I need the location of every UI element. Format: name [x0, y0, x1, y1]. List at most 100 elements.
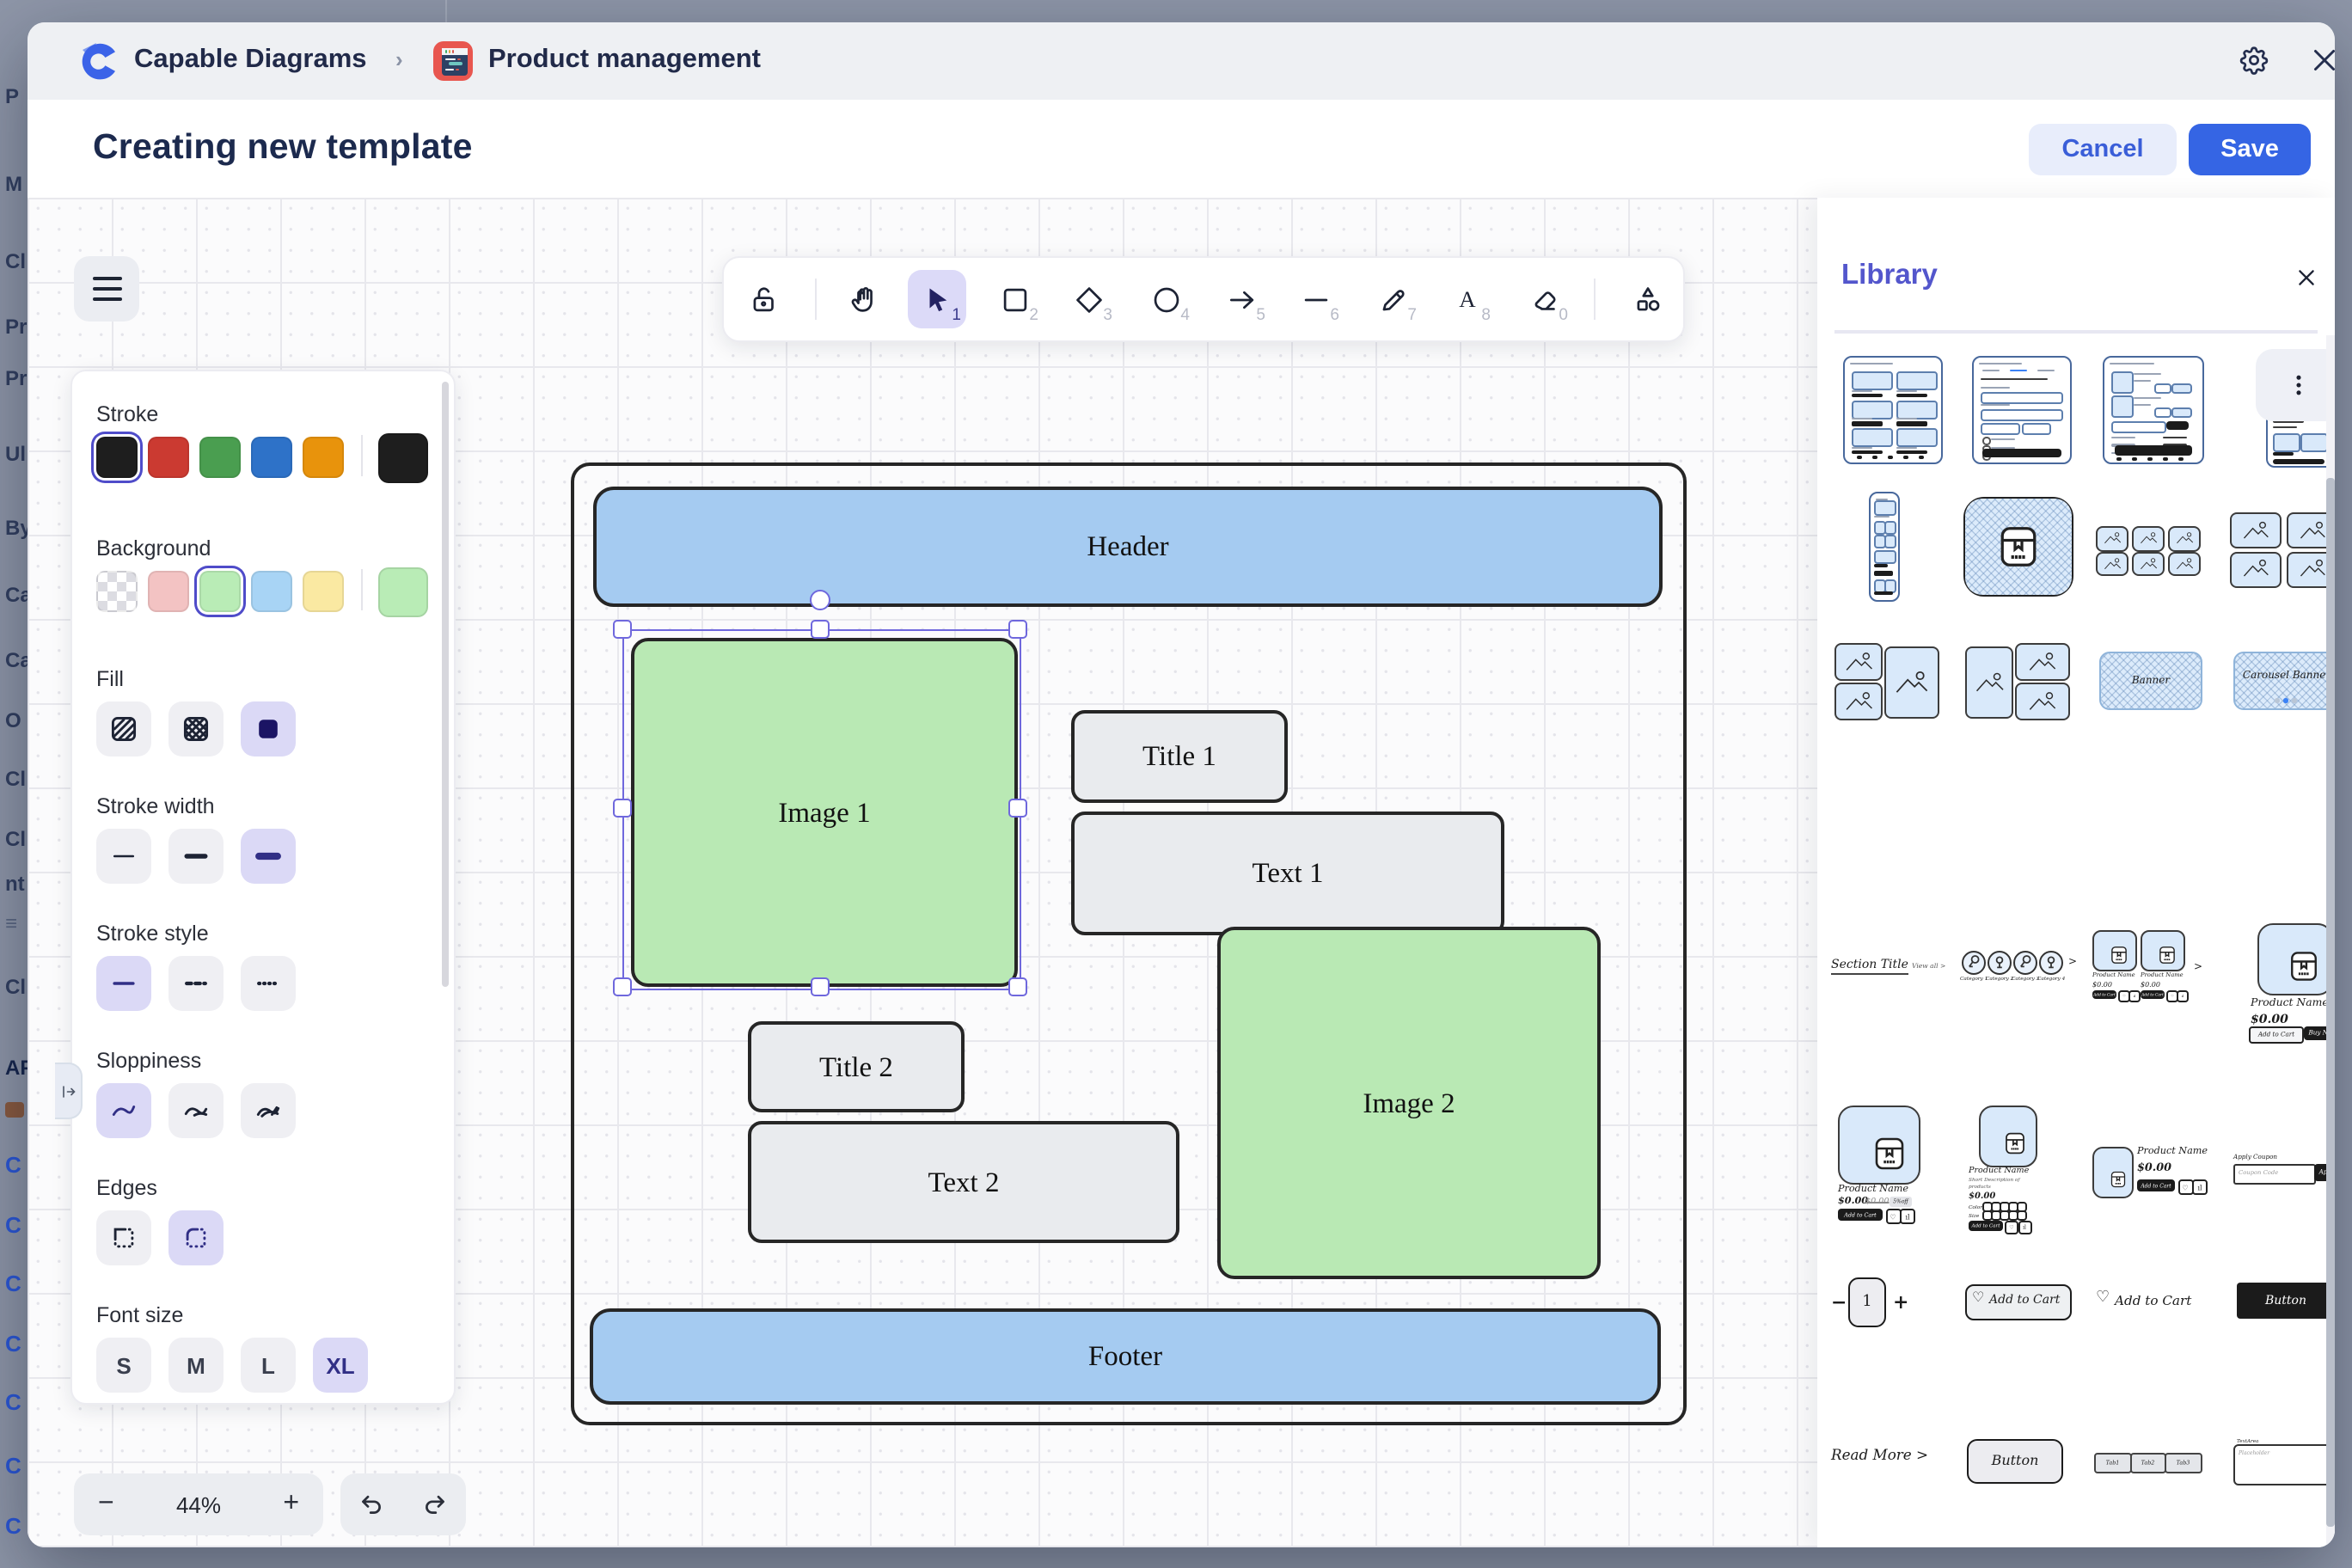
library-thumb-collage-a[interactable] — [1834, 643, 1938, 719]
sloppiness-cartoonist[interactable] — [241, 1083, 296, 1138]
library-thumb-button-dark[interactable]: Button — [2237, 1283, 2326, 1319]
arrow-tool[interactable]: 5 — [1212, 270, 1271, 328]
wireframe-footer[interactable]: Footer — [590, 1308, 1661, 1405]
background-color-swatch[interactable] — [148, 571, 189, 612]
fill-crosshatch[interactable] — [168, 701, 224, 756]
shapes-tool[interactable] — [1618, 270, 1676, 328]
font-size-xl[interactable]: XL — [313, 1338, 368, 1393]
library-thumb-read-more[interactable]: Read More > — [1831, 1446, 1931, 1473]
line-tool[interactable]: 6 — [1286, 270, 1344, 328]
sloppiness-architect[interactable] — [96, 1083, 151, 1138]
settings-gear-icon[interactable] — [2239, 45, 2269, 76]
library-thumb-collage-b[interactable] — [1965, 643, 2068, 719]
stroke-width-extrabold[interactable] — [241, 829, 296, 884]
tab[interactable]: Tab2 — [2129, 1453, 2166, 1473]
sidebar-expand-tab[interactable] — [55, 1063, 83, 1119]
selection-handle[interactable] — [1008, 620, 1027, 639]
stroke-style-dashed[interactable] — [168, 956, 224, 1011]
library-thumb-tabs[interactable]: Tab1Tab2Tab3 — [2094, 1453, 2197, 1472]
fill-solid[interactable] — [241, 701, 296, 756]
zoom-out-button[interactable]: − — [98, 1491, 114, 1518]
library-thumb-carousel-banner[interactable]: Carousel Banner — [2233, 652, 2326, 710]
library-thumb-add-to-cart-outline[interactable]: ♡Add to Cart — [1965, 1284, 2072, 1320]
tab[interactable]: Tab1 — [2094, 1453, 2131, 1473]
library-thumb-categories[interactable]: Category 1Category 2Category 3Category 4… — [1962, 947, 2075, 1002]
stroke-color-swatch[interactable] — [148, 437, 189, 478]
stroke-color-swatch[interactable] — [96, 437, 138, 478]
text-tool[interactable]: A8 — [1437, 270, 1496, 328]
library-thumb-product-row[interactable]: Product Name$0.00Add to Cart♡ıl — [2092, 1143, 2199, 1205]
wireframe-title2[interactable]: Title 2 — [748, 1021, 965, 1112]
selection-handle[interactable] — [811, 977, 830, 996]
selection-handle[interactable] — [1008, 977, 1027, 996]
stroke-width-thin[interactable] — [96, 829, 151, 884]
library-thumb-product-image[interactable] — [1963, 497, 2073, 597]
font-size-l[interactable]: L — [241, 1338, 296, 1393]
eraser-tool[interactable]: 0 — [1515, 270, 1573, 328]
library-thumb-phone-grid[interactable] — [1843, 356, 1943, 464]
stroke-color-swatch[interactable] — [251, 437, 292, 478]
sloppiness-artist[interactable] — [168, 1083, 224, 1138]
library-thumb-image-grid-2x2[interactable] — [2230, 512, 2326, 585]
library-thumb-product-pair[interactable]: Product Name$0.00Add to Cart♡ılProduct N… — [2092, 930, 2199, 1020]
library-thumb-button-outline[interactable]: Button — [1967, 1439, 2063, 1484]
library-thumb-phone-form[interactable] — [1972, 356, 2072, 464]
wireframe-header[interactable]: Header — [593, 487, 1663, 607]
zoom-in-button[interactable]: + — [283, 1491, 299, 1518]
breadcrumb-app-name[interactable]: Capable Diagrams — [134, 45, 367, 76]
zoom-level[interactable]: 44% — [176, 1491, 221, 1517]
wireframe-title1[interactable]: Title 1 — [1071, 710, 1288, 803]
selection-box[interactable] — [622, 629, 1021, 990]
wireframe-text2[interactable]: Text 2 — [748, 1121, 1179, 1243]
wireframe-text1[interactable]: Text 1 — [1071, 812, 1504, 935]
menu-hamburger-button[interactable] — [74, 256, 139, 322]
stroke-color-current-swatch[interactable] — [378, 432, 428, 482]
library-thumb-textarea[interactable]: TextAreaPlaceholder — [2233, 1437, 2326, 1485]
redo-icon[interactable] — [421, 1491, 449, 1518]
properties-scrollbar[interactable] — [442, 382, 449, 987]
library-thumb-product-card-detail[interactable]: Product NameShort Description of product… — [1969, 1106, 2055, 1226]
background-color-swatch[interactable] — [303, 571, 344, 612]
stroke-style-solid[interactable] — [96, 956, 151, 1011]
library-more-button[interactable] — [2256, 349, 2326, 421]
stroke-style-dotted[interactable] — [241, 956, 296, 1011]
background-color-swatch[interactable] — [251, 571, 292, 612]
breadcrumb-doc-name[interactable]: Product management — [488, 45, 761, 76]
undo-icon[interactable] — [358, 1491, 386, 1518]
library-close-icon[interactable] — [2295, 266, 2318, 289]
library-thumb-quantity-stepper[interactable]: −1+ — [1831, 1274, 1924, 1336]
background-color-swatch[interactable] — [199, 571, 241, 612]
library-thumb-phone-strip[interactable] — [1869, 492, 1900, 602]
selection-handle[interactable] — [613, 799, 632, 818]
library-thumb-banner[interactable]: Banner — [2099, 652, 2202, 710]
fill-hachure[interactable] — [96, 701, 151, 756]
draw-tool[interactable]: 7 — [1363, 270, 1422, 328]
edges-sharp[interactable] — [96, 1210, 151, 1265]
library-thumb-phone-cart[interactable] — [2103, 356, 2204, 464]
hand-tool[interactable] — [834, 270, 892, 328]
save-button[interactable]: Save — [2189, 124, 2311, 175]
background-color-swatch[interactable] — [96, 571, 138, 612]
close-icon[interactable] — [2309, 45, 2335, 76]
tab[interactable]: Tab3 — [2165, 1453, 2202, 1473]
lock-tool[interactable] — [734, 270, 793, 328]
stroke-color-swatch[interactable] — [199, 437, 241, 478]
wireframe-image2[interactable]: Image 2 — [1217, 927, 1601, 1279]
cancel-button[interactable]: Cancel — [2029, 124, 2177, 175]
selection-handle[interactable] — [613, 977, 632, 996]
library-thumb-product-card-sale[interactable]: Product Name$0.00$0.005%offAdd to Cart♡ı… — [1838, 1106, 1920, 1222]
selection-handle[interactable] — [811, 620, 830, 639]
selection-tool[interactable]: 1 — [908, 270, 966, 328]
selection-handle[interactable] — [1008, 799, 1027, 818]
library-scrollbar-thumb[interactable] — [2326, 478, 2334, 1527]
rectangle-tool[interactable]: 2 — [985, 270, 1044, 328]
library-thumb-section-title[interactable]: Section TitleView all > — [1831, 954, 1941, 985]
library-thumb-add-to-cart-text[interactable]: ♡Add to Cart — [2096, 1286, 2199, 1317]
library-thumb-product-card-large[interactable]: Product Name$0.00Add to CartBuy Now — [2247, 923, 2326, 1040]
selection-handle[interactable] — [613, 620, 632, 639]
library-thumb-image-grid-2x3[interactable] — [2096, 526, 2199, 573]
font-size-m[interactable]: M — [168, 1338, 224, 1393]
library-thumb-apply-coupon[interactable]: Apply CouponCoupon CodeApply — [2233, 1154, 2326, 1195]
rotation-handle[interactable] — [810, 590, 830, 610]
background-color-current-swatch[interactable] — [378, 567, 428, 616]
